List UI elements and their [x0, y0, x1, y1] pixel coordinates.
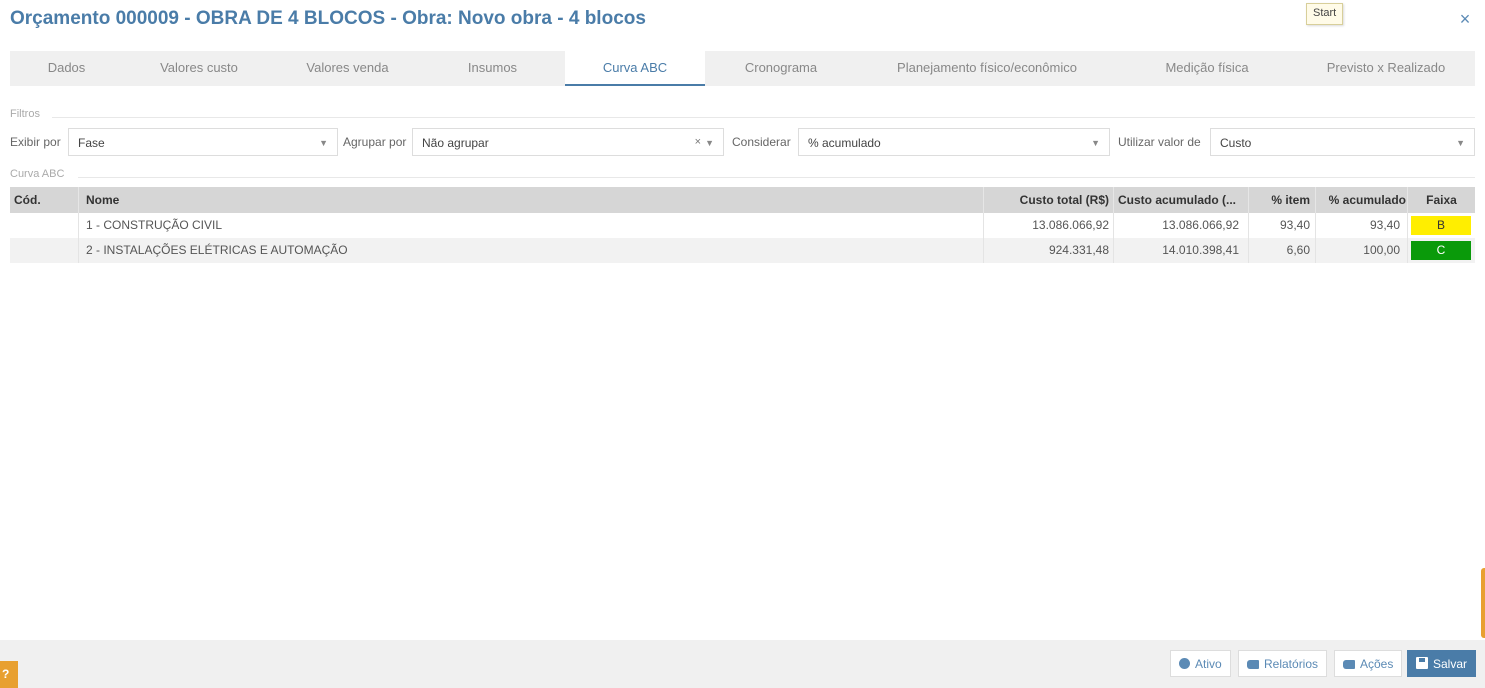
col-pct-acumulado[interactable]: % acumulado: [1316, 187, 1406, 213]
col-cod[interactable]: Cód.: [14, 187, 74, 213]
tab-valores-venda[interactable]: Valores venda: [275, 51, 420, 86]
tab-bar: Dados Valores custo Valores venda Insumo…: [10, 51, 1475, 86]
save-button[interactable]: Salvar: [1407, 650, 1477, 677]
agrupar-por-label: Agrupar por: [343, 135, 407, 149]
cell-custo-total: 924.331,48: [1048, 243, 1109, 257]
filters-divider: [52, 117, 1475, 118]
relatorios-label: Relatórios: [1264, 657, 1319, 671]
help-widget-icon[interactable]: ?: [0, 661, 18, 688]
cell-custo-total: 13.086.066,92: [1032, 218, 1109, 232]
tag-icon: [1247, 660, 1259, 669]
cell-nome: 1 - CONSTRUÇÃO CIVIL: [86, 218, 223, 232]
window-header: Orçamento 000009 - OBRA DE 4 BLOCOS - Ob…: [0, 0, 1485, 40]
tab-previsto-realizado[interactable]: Previsto x Realizado: [1297, 51, 1475, 86]
cell-pct-item: 93,40: [1279, 218, 1310, 232]
filters-bar: Exibir por Fase ▼ Agrupar por Não agrupa…: [10, 128, 1475, 156]
exibir-por-label: Exibir por: [10, 135, 61, 149]
col-pct-item[interactable]: % item: [1250, 187, 1310, 213]
exibir-por-select[interactable]: Fase ▼: [68, 128, 338, 156]
side-handle[interactable]: [1481, 568, 1485, 638]
chevron-down-icon: ▼: [1091, 138, 1100, 148]
faixa-badge: C: [1411, 241, 1471, 260]
tab-valores-custo[interactable]: Valores custo: [123, 51, 275, 86]
ativo-label: Ativo: [1195, 657, 1222, 671]
col-custo-acumulado[interactable]: Custo acumulado (...: [1118, 187, 1246, 213]
floppy-disk-icon: [1416, 657, 1428, 669]
tab-cronograma[interactable]: Cronograma: [705, 51, 857, 86]
chevron-down-icon: ▼: [319, 138, 328, 148]
utilizar-valor-label: Utilizar valor de: [1118, 135, 1201, 149]
acoes-label: Ações: [1360, 657, 1394, 671]
status-dot-icon: [1179, 658, 1190, 669]
start-tooltip: Start: [1306, 3, 1344, 25]
tab-dados[interactable]: Dados: [10, 51, 123, 86]
close-icon[interactable]: ×: [1456, 10, 1474, 28]
chevron-down-icon: ▼: [1456, 138, 1465, 148]
ativo-button[interactable]: Ativo: [1170, 650, 1231, 677]
cell-pct-item: 6,60: [1286, 243, 1310, 257]
page-title: Orçamento 000009 - OBRA DE 4 BLOCOS - Ob…: [10, 8, 646, 29]
table-row[interactable]: 1 - CONSTRUÇÃO CIVIL 13.086.066,92 13.08…: [10, 213, 1475, 238]
cell-pct-acumulado: 100,00: [1363, 243, 1400, 257]
considerar-value: % acumulado: [808, 136, 881, 150]
cell-nome: 2 - INSTALAÇÕES ELÉTRICAS E AUTOMAÇÃO: [86, 243, 348, 257]
cell-custo-acumulado: 14.010.398,41: [1162, 243, 1239, 257]
acoes-button[interactable]: Ações: [1334, 650, 1403, 677]
col-faixa[interactable]: Faixa: [1408, 187, 1475, 213]
exibir-por-value: Fase: [78, 136, 105, 150]
tab-insumos[interactable]: Insumos: [420, 51, 565, 86]
col-nome[interactable]: Nome: [86, 187, 886, 213]
tag-icon: [1343, 660, 1355, 669]
table-row[interactable]: 2 - INSTALAÇÕES ELÉTRICAS E AUTOMAÇÃO 92…: [10, 238, 1475, 263]
tab-medicao-fisica[interactable]: Medição física: [1117, 51, 1297, 86]
cell-cod: [14, 213, 74, 238]
cell-cod: [14, 238, 74, 263]
filters-section-label: Filtros: [10, 108, 40, 120]
faixa-badge: B: [1411, 216, 1471, 235]
utilizar-valor-value: Custo: [1220, 136, 1252, 150]
agrupar-por-select[interactable]: Não agrupar × ▼: [412, 128, 724, 156]
considerar-select[interactable]: % acumulado ▼: [798, 128, 1110, 156]
grid-header-row: Cód. Nome Custo total (R$) Custo acumula…: [10, 187, 1475, 213]
agrupar-por-value: Não agrupar: [422, 136, 489, 150]
considerar-label: Considerar: [732, 135, 791, 149]
clear-icon[interactable]: ×: [695, 136, 701, 148]
abc-grid: Cód. Nome Custo total (R$) Custo acumula…: [10, 187, 1475, 263]
relatorios-button[interactable]: Relatórios: [1238, 650, 1328, 677]
grid-section-label: Curva ABC: [10, 168, 65, 180]
cell-pct-acumulado: 93,40: [1369, 218, 1400, 232]
utilizar-valor-select[interactable]: Custo ▼: [1210, 128, 1475, 156]
col-custo-total[interactable]: Custo total (R$): [985, 187, 1109, 213]
cell-custo-acumulado: 13.086.066,92: [1162, 218, 1239, 232]
footer-bar: Ativo Relatórios Ações Salvar: [0, 640, 1485, 688]
tab-curva-abc[interactable]: Curva ABC: [565, 51, 705, 86]
grid-divider: [78, 177, 1475, 178]
salvar-label: Salvar: [1433, 657, 1468, 671]
tab-planejamento[interactable]: Planejamento físico/econômico: [857, 51, 1117, 86]
chevron-down-icon: ▼: [705, 138, 714, 148]
